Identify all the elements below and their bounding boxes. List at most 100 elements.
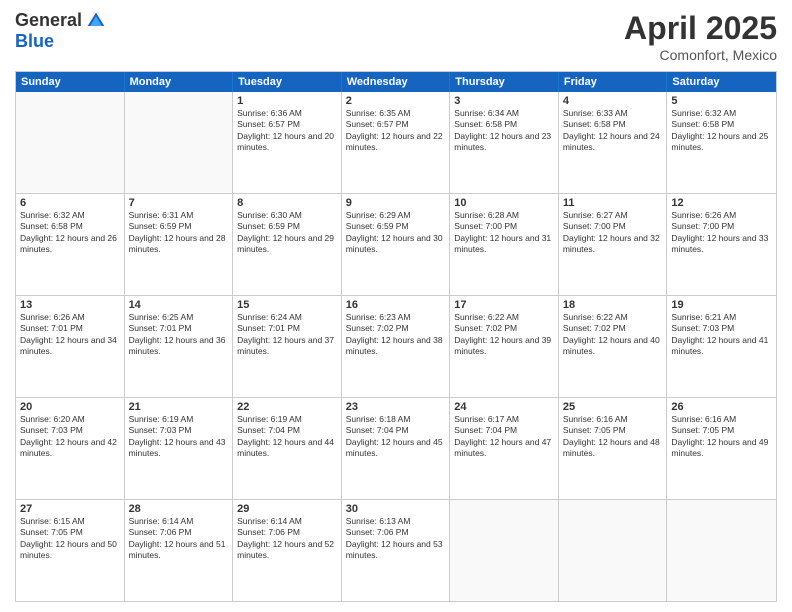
cell-content: Sunrise: 6:26 AM Sunset: 7:00 PM Dayligh… <box>671 210 772 256</box>
day-number: 13 <box>20 299 120 311</box>
day-number: 23 <box>346 401 446 413</box>
day-number: 28 <box>129 503 229 515</box>
day-number: 25 <box>563 401 663 413</box>
logo: General Blue <box>15 10 106 52</box>
day-number: 26 <box>671 401 772 413</box>
calendar-cell: 21Sunrise: 6:19 AM Sunset: 7:03 PM Dayli… <box>125 398 234 499</box>
day-number: 11 <box>563 197 663 209</box>
calendar-cell: 13Sunrise: 6:26 AM Sunset: 7:01 PM Dayli… <box>16 296 125 397</box>
header-day-wednesday: Wednesday <box>342 72 451 92</box>
header-day-saturday: Saturday <box>667 72 776 92</box>
day-number: 17 <box>454 299 554 311</box>
calendar-cell <box>125 92 234 193</box>
cell-content: Sunrise: 6:35 AM Sunset: 6:57 PM Dayligh… <box>346 108 446 154</box>
logo-blue: Blue <box>15 31 54 52</box>
day-number: 21 <box>129 401 229 413</box>
calendar-header: SundayMondayTuesdayWednesdayThursdayFrid… <box>16 72 776 92</box>
cell-content: Sunrise: 6:30 AM Sunset: 6:59 PM Dayligh… <box>237 210 337 256</box>
day-number: 5 <box>671 95 772 107</box>
day-number: 6 <box>20 197 120 209</box>
calendar-cell: 14Sunrise: 6:25 AM Sunset: 7:01 PM Dayli… <box>125 296 234 397</box>
calendar-row-5: 27Sunrise: 6:15 AM Sunset: 7:05 PM Dayli… <box>16 500 776 601</box>
cell-content: Sunrise: 6:16 AM Sunset: 7:05 PM Dayligh… <box>671 414 772 460</box>
calendar-cell: 28Sunrise: 6:14 AM Sunset: 7:06 PM Dayli… <box>125 500 234 601</box>
cell-content: Sunrise: 6:22 AM Sunset: 7:02 PM Dayligh… <box>454 312 554 358</box>
calendar-body: 1Sunrise: 6:36 AM Sunset: 6:57 PM Daylig… <box>16 92 776 601</box>
cell-content: Sunrise: 6:16 AM Sunset: 7:05 PM Dayligh… <box>563 414 663 460</box>
calendar-cell: 11Sunrise: 6:27 AM Sunset: 7:00 PM Dayli… <box>559 194 668 295</box>
calendar-cell: 24Sunrise: 6:17 AM Sunset: 7:04 PM Dayli… <box>450 398 559 499</box>
day-number: 18 <box>563 299 663 311</box>
day-number: 16 <box>346 299 446 311</box>
calendar-cell: 9Sunrise: 6:29 AM Sunset: 6:59 PM Daylig… <box>342 194 451 295</box>
day-number: 29 <box>237 503 337 515</box>
logo-icon <box>86 11 106 31</box>
page: General Blue April 2025 Comonfort, Mexic… <box>0 0 792 612</box>
day-number: 20 <box>20 401 120 413</box>
calendar-cell: 29Sunrise: 6:14 AM Sunset: 7:06 PM Dayli… <box>233 500 342 601</box>
day-number: 27 <box>20 503 120 515</box>
calendar-cell: 6Sunrise: 6:32 AM Sunset: 6:58 PM Daylig… <box>16 194 125 295</box>
cell-content: Sunrise: 6:25 AM Sunset: 7:01 PM Dayligh… <box>129 312 229 358</box>
cell-content: Sunrise: 6:36 AM Sunset: 6:57 PM Dayligh… <box>237 108 337 154</box>
cell-content: Sunrise: 6:32 AM Sunset: 6:58 PM Dayligh… <box>20 210 120 256</box>
calendar-row-1: 1Sunrise: 6:36 AM Sunset: 6:57 PM Daylig… <box>16 92 776 194</box>
cell-content: Sunrise: 6:26 AM Sunset: 7:01 PM Dayligh… <box>20 312 120 358</box>
calendar-cell <box>16 92 125 193</box>
calendar-cell: 15Sunrise: 6:24 AM Sunset: 7:01 PM Dayli… <box>233 296 342 397</box>
cell-content: Sunrise: 6:14 AM Sunset: 7:06 PM Dayligh… <box>237 516 337 562</box>
cell-content: Sunrise: 6:17 AM Sunset: 7:04 PM Dayligh… <box>454 414 554 460</box>
cell-content: Sunrise: 6:29 AM Sunset: 6:59 PM Dayligh… <box>346 210 446 256</box>
day-number: 7 <box>129 197 229 209</box>
calendar-cell: 20Sunrise: 6:20 AM Sunset: 7:03 PM Dayli… <box>16 398 125 499</box>
cell-content: Sunrise: 6:18 AM Sunset: 7:04 PM Dayligh… <box>346 414 446 460</box>
location: Comonfort, Mexico <box>624 47 777 63</box>
cell-content: Sunrise: 6:22 AM Sunset: 7:02 PM Dayligh… <box>563 312 663 358</box>
calendar-cell: 18Sunrise: 6:22 AM Sunset: 7:02 PM Dayli… <box>559 296 668 397</box>
day-number: 3 <box>454 95 554 107</box>
day-number: 9 <box>346 197 446 209</box>
month-title: April 2025 <box>624 10 777 47</box>
calendar-cell: 26Sunrise: 6:16 AM Sunset: 7:05 PM Dayli… <box>667 398 776 499</box>
day-number: 8 <box>237 197 337 209</box>
day-number: 15 <box>237 299 337 311</box>
calendar-cell: 8Sunrise: 6:30 AM Sunset: 6:59 PM Daylig… <box>233 194 342 295</box>
day-number: 1 <box>237 95 337 107</box>
cell-content: Sunrise: 6:19 AM Sunset: 7:03 PM Dayligh… <box>129 414 229 460</box>
calendar-row-4: 20Sunrise: 6:20 AM Sunset: 7:03 PM Dayli… <box>16 398 776 500</box>
header-day-thursday: Thursday <box>450 72 559 92</box>
calendar-cell: 2Sunrise: 6:35 AM Sunset: 6:57 PM Daylig… <box>342 92 451 193</box>
calendar-cell: 1Sunrise: 6:36 AM Sunset: 6:57 PM Daylig… <box>233 92 342 193</box>
cell-content: Sunrise: 6:13 AM Sunset: 7:06 PM Dayligh… <box>346 516 446 562</box>
cell-content: Sunrise: 6:27 AM Sunset: 7:00 PM Dayligh… <box>563 210 663 256</box>
cell-content: Sunrise: 6:31 AM Sunset: 6:59 PM Dayligh… <box>129 210 229 256</box>
header-day-sunday: Sunday <box>16 72 125 92</box>
calendar-cell <box>667 500 776 601</box>
header-day-friday: Friday <box>559 72 668 92</box>
cell-content: Sunrise: 6:32 AM Sunset: 6:58 PM Dayligh… <box>671 108 772 154</box>
calendar-cell: 4Sunrise: 6:33 AM Sunset: 6:58 PM Daylig… <box>559 92 668 193</box>
header: General Blue April 2025 Comonfort, Mexic… <box>15 10 777 63</box>
calendar-row-2: 6Sunrise: 6:32 AM Sunset: 6:58 PM Daylig… <box>16 194 776 296</box>
cell-content: Sunrise: 6:21 AM Sunset: 7:03 PM Dayligh… <box>671 312 772 358</box>
cell-content: Sunrise: 6:15 AM Sunset: 7:05 PM Dayligh… <box>20 516 120 562</box>
cell-content: Sunrise: 6:34 AM Sunset: 6:58 PM Dayligh… <box>454 108 554 154</box>
cell-content: Sunrise: 6:24 AM Sunset: 7:01 PM Dayligh… <box>237 312 337 358</box>
calendar-cell <box>450 500 559 601</box>
day-number: 14 <box>129 299 229 311</box>
calendar-cell: 30Sunrise: 6:13 AM Sunset: 7:06 PM Dayli… <box>342 500 451 601</box>
day-number: 12 <box>671 197 772 209</box>
cell-content: Sunrise: 6:20 AM Sunset: 7:03 PM Dayligh… <box>20 414 120 460</box>
calendar-cell: 12Sunrise: 6:26 AM Sunset: 7:00 PM Dayli… <box>667 194 776 295</box>
calendar-cell: 22Sunrise: 6:19 AM Sunset: 7:04 PM Dayli… <box>233 398 342 499</box>
day-number: 24 <box>454 401 554 413</box>
calendar-cell: 25Sunrise: 6:16 AM Sunset: 7:05 PM Dayli… <box>559 398 668 499</box>
title-block: April 2025 Comonfort, Mexico <box>624 10 777 63</box>
day-number: 30 <box>346 503 446 515</box>
day-number: 22 <box>237 401 337 413</box>
day-number: 2 <box>346 95 446 107</box>
cell-content: Sunrise: 6:19 AM Sunset: 7:04 PM Dayligh… <box>237 414 337 460</box>
header-day-tuesday: Tuesday <box>233 72 342 92</box>
calendar-cell <box>559 500 668 601</box>
calendar-row-3: 13Sunrise: 6:26 AM Sunset: 7:01 PM Dayli… <box>16 296 776 398</box>
